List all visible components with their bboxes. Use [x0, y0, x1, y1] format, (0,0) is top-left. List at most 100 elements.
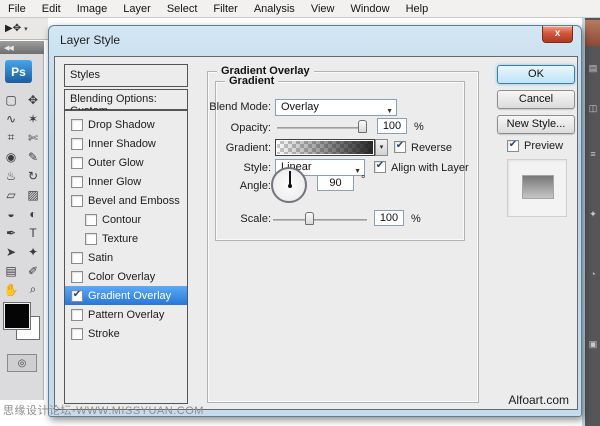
eyedropper-tool-icon[interactable]: ✐: [28, 264, 38, 278]
menu-view[interactable]: View: [303, 3, 343, 15]
scale-slider-thumb[interactable]: [305, 212, 314, 225]
menu-layer[interactable]: Layer: [115, 3, 159, 15]
angle-value-field[interactable]: 90: [317, 175, 354, 191]
style-item-texture[interactable]: Texture: [65, 229, 187, 248]
brush-tool-icon[interactable]: ✎: [28, 150, 38, 164]
cancel-button[interactable]: Cancel: [497, 90, 575, 109]
dock-panel-icon[interactable]: ≡: [587, 148, 599, 160]
healing-brush-tool-icon[interactable]: ◉: [6, 150, 16, 164]
move-tool-icon[interactable]: ▶✥: [5, 23, 21, 34]
style-item-color-overlay[interactable]: Color Overlay: [65, 267, 187, 286]
gradient-tool-icon[interactable]: ▨: [27, 188, 38, 202]
gradient-swatch[interactable]: [275, 139, 375, 156]
align-with-layer-checkbox[interactable]: ✔: [374, 161, 386, 173]
style-item-pattern-overlay[interactable]: Pattern Overlay: [65, 305, 187, 324]
checkbox[interactable]: [85, 232, 97, 245]
angle-dial[interactable]: [271, 167, 307, 203]
checkbox[interactable]: [71, 156, 83, 169]
preview-option: ✔ Preview: [507, 140, 563, 152]
menu-select[interactable]: Select: [159, 3, 206, 15]
style-item-drop-shadow[interactable]: Drop Shadow: [65, 115, 187, 134]
checkbox[interactable]: [85, 213, 97, 226]
eraser-tool-icon[interactable]: ▱: [6, 188, 15, 202]
close-button[interactable]: x: [542, 26, 573, 43]
opacity-value-field[interactable]: 100: [377, 118, 407, 134]
dodge-tool-icon[interactable]: ◐: [29, 207, 36, 221]
menu-image[interactable]: Image: [69, 3, 116, 15]
custom-shape-tool-icon[interactable]: ✦: [28, 245, 38, 259]
chevron-down-icon: ▼: [354, 168, 361, 175]
scale-value-field[interactable]: 100: [374, 210, 404, 226]
checkbox-checked[interactable]: ✔: [71, 289, 83, 302]
checkbox[interactable]: [71, 194, 83, 207]
move-tool-icon[interactable]: ✥: [28, 93, 38, 107]
dock-panel-icon[interactable]: ◔: [587, 268, 599, 280]
foreground-color-swatch[interactable]: [3, 302, 31, 330]
gradient-picker-arrow[interactable]: ▾: [375, 139, 388, 156]
style-item-inner-glow[interactable]: Inner Glow: [65, 172, 187, 191]
scale-slider-track[interactable]: [273, 219, 367, 221]
checkbox[interactable]: [71, 251, 83, 264]
style-item-satin[interactable]: Satin: [65, 248, 187, 267]
style-item-contour[interactable]: Contour: [65, 210, 187, 229]
checkbox[interactable]: [71, 118, 83, 131]
style-item-inner-shadow[interactable]: Inner Shadow: [65, 134, 187, 153]
menu-help[interactable]: Help: [398, 3, 437, 15]
opacity-slider-track[interactable]: [277, 127, 367, 129]
menu-window[interactable]: Window: [342, 3, 397, 15]
color-swatches: [0, 301, 44, 347]
history-brush-tool-icon[interactable]: ↻: [28, 169, 38, 183]
dock-panel-icon[interactable]: ◫: [587, 102, 599, 114]
blur-tool-icon[interactable]: ◒: [7, 207, 14, 221]
menu-analysis[interactable]: Analysis: [246, 3, 303, 15]
style-item-gradient-overlay[interactable]: ✔ Gradient Overlay: [65, 286, 187, 305]
styles-list: Drop Shadow Inner Shadow Outer Glow Inne…: [64, 110, 188, 404]
dock-panel-icon[interactable]: ▣: [587, 338, 599, 350]
rectangular-marquee-tool-icon[interactable]: ▢: [5, 93, 16, 107]
style-item-label: Color Overlay: [88, 270, 156, 283]
magic-wand-tool-icon[interactable]: ✶: [28, 112, 38, 126]
checkbox[interactable]: [71, 308, 83, 321]
checkbox[interactable]: [71, 137, 83, 150]
lasso-tool-icon[interactable]: ∿: [6, 112, 16, 126]
checkmark-icon: ✔: [395, 140, 405, 151]
preview-checkbox[interactable]: ✔: [507, 140, 519, 152]
menu-file[interactable]: File: [0, 3, 34, 15]
path-selection-tool-icon[interactable]: ➤: [6, 245, 16, 259]
preview-label: Preview: [524, 140, 564, 152]
reverse-checkbox[interactable]: ✔: [394, 141, 406, 153]
style-item-label: Satin: [88, 251, 114, 264]
clone-stamp-tool-icon[interactable]: ♨: [6, 169, 17, 183]
hand-tool-icon[interactable]: ✋: [4, 283, 19, 297]
checkbox[interactable]: [71, 175, 83, 188]
ok-button[interactable]: OK: [497, 65, 575, 84]
style-item-stroke[interactable]: Stroke: [65, 324, 187, 343]
slice-tool-icon[interactable]: ✄: [28, 131, 38, 145]
pen-tool-icon[interactable]: ✒: [6, 226, 16, 240]
menu-filter[interactable]: Filter: [205, 3, 245, 15]
dock-panel-icon[interactable]: ▤: [587, 62, 599, 74]
style-item-bevel-and-emboss[interactable]: Bevel and Emboss: [65, 191, 187, 210]
tool-preset-arrow-icon[interactable]: ▾: [24, 25, 28, 33]
notes-tool-icon[interactable]: ▤: [5, 264, 16, 278]
quick-mask-button[interactable]: ◎: [7, 354, 37, 372]
crop-tool-icon[interactable]: ⌗: [8, 130, 15, 145]
blend-mode-select[interactable]: Overlay ▼: [275, 99, 397, 116]
new-style-button[interactable]: New Style...: [497, 115, 575, 134]
opacity-slider-thumb[interactable]: [358, 120, 367, 133]
toolbar-collapse-header[interactable]: ◀◀: [0, 41, 44, 54]
checkbox[interactable]: [71, 327, 83, 340]
alfoart-watermark: Alfoart.com: [508, 393, 569, 407]
menu-edit[interactable]: Edit: [34, 3, 69, 15]
dialog-title: Layer Style: [60, 33, 121, 47]
tools-panel: Ps ▢ ✥ ∿ ✶ ⌗ ✄ ◉ ✎ ♨ ↻ ▱ ▨ ◒ ◐ ✒ T ➤ ✦ ▤…: [0, 54, 44, 400]
type-tool-icon[interactable]: T: [29, 226, 36, 240]
dock-panel-icon[interactable]: ✦: [587, 208, 599, 220]
zoom-tool-icon[interactable]: ⌕: [30, 282, 37, 297]
checkbox[interactable]: [71, 270, 83, 283]
styles-header[interactable]: Styles: [64, 64, 188, 87]
angle-center-dot: [288, 184, 292, 188]
blending-options-item[interactable]: Blending Options: Custom: [64, 89, 188, 117]
style-item-outer-glow[interactable]: Outer Glow: [65, 153, 187, 172]
style-item-label: Outer Glow: [88, 156, 144, 169]
